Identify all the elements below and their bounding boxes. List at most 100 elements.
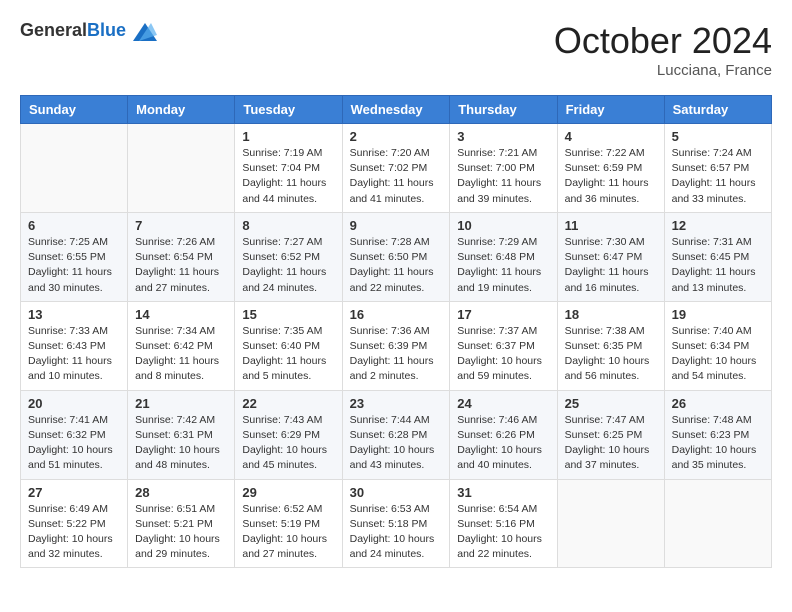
calendar-cell: 20 Sunrise: 7:41 AM Sunset: 6:32 PM Dayli… [21,390,128,479]
day-number: 15 [242,307,334,322]
calendar-cell: 2 Sunrise: 7:20 AM Sunset: 7:02 PM Daylig… [342,124,450,213]
day-info: Sunrise: 7:40 AM Sunset: 6:34 PM Dayligh… [672,324,764,385]
day-info: Sunrise: 7:47 AM Sunset: 6:25 PM Dayligh… [565,413,657,474]
calendar-cell: 19 Sunrise: 7:40 AM Sunset: 6:34 PM Dayli… [664,301,771,390]
calendar-cell: 22Sunrise: 7:43 AM Sunset: 6:29 PM Dayli… [235,390,342,479]
day-number: 19 [672,307,764,322]
calendar-cell: 16Sunrise: 7:36 AM Sunset: 6:39 PM Dayli… [342,301,450,390]
calendar-cell: 27 Sunrise: 6:49 AM Sunset: 5:22 PM Dayli… [21,479,128,568]
calendar-cell: 28 Sunrise: 6:51 AM Sunset: 5:21 PM Dayli… [128,479,235,568]
calendar-cell: 30Sunrise: 6:53 AM Sunset: 5:18 PM Dayli… [342,479,450,568]
calendar-header-friday: Friday [557,96,664,124]
calendar-week-row: 6 Sunrise: 7:25 AM Sunset: 6:55 PM Daylig… [21,212,772,301]
calendar-cell [128,124,235,213]
calendar-table: SundayMondayTuesdayWednesdayThursdayFrid… [20,95,772,568]
logo: GeneralBlue [20,20,161,41]
day-number: 31 [457,485,549,500]
day-number: 5 [672,129,764,144]
calendar-cell: 24 Sunrise: 7:46 AM Sunset: 6:26 PM Dayli… [450,390,557,479]
day-info: Sunrise: 7:34 AM Sunset: 6:42 PM Dayligh… [135,324,227,385]
day-number: 11 [565,218,657,233]
day-info: Sunrise: 7:31 AM Sunset: 6:45 PM Dayligh… [672,235,764,296]
calendar-header-wednesday: Wednesday [342,96,450,124]
day-number: 25 [565,396,657,411]
calendar-cell: 1Sunrise: 7:19 AM Sunset: 7:04 PM Daylig… [235,124,342,213]
day-number: 8 [242,218,334,233]
day-info: Sunrise: 6:52 AM Sunset: 5:19 PM Dayligh… [242,502,334,563]
day-number: 1 [242,129,334,144]
day-number: 20 [28,396,120,411]
day-info: Sunrise: 7:35 AM Sunset: 6:40 PM Dayligh… [242,324,334,385]
day-info: Sunrise: 7:48 AM Sunset: 6:23 PM Dayligh… [672,413,764,474]
day-info: Sunrise: 7:20 AM Sunset: 7:02 PM Dayligh… [350,146,443,207]
day-info: Sunrise: 6:54 AM Sunset: 5:16 PM Dayligh… [457,502,549,563]
day-info: Sunrise: 7:21 AM Sunset: 7:00 PM Dayligh… [457,146,549,207]
day-info: Sunrise: 7:42 AM Sunset: 6:31 PM Dayligh… [135,413,227,474]
title-block: October 2024 Lucciana, France [554,20,772,79]
day-number: 12 [672,218,764,233]
calendar-cell: 9Sunrise: 7:28 AM Sunset: 6:50 PM Daylig… [342,212,450,301]
day-number: 2 [350,129,443,144]
calendar-week-row: 27 Sunrise: 6:49 AM Sunset: 5:22 PM Dayli… [21,479,772,568]
day-info: Sunrise: 7:33 AM Sunset: 6:43 PM Dayligh… [28,324,120,385]
page-header: GeneralBlue October 2024 Lucciana, Franc… [20,20,772,79]
calendar-week-row: 1Sunrise: 7:19 AM Sunset: 7:04 PM Daylig… [21,124,772,213]
calendar-cell: 14Sunrise: 7:34 AM Sunset: 6:42 PM Dayli… [128,301,235,390]
day-info: Sunrise: 7:24 AM Sunset: 6:57 PM Dayligh… [672,146,764,207]
calendar-cell: 6 Sunrise: 7:25 AM Sunset: 6:55 PM Daylig… [21,212,128,301]
day-number: 17 [457,307,549,322]
day-info: Sunrise: 7:29 AM Sunset: 6:48 PM Dayligh… [457,235,549,296]
day-number: 23 [350,396,443,411]
day-number: 18 [565,307,657,322]
day-number: 29 [242,485,334,500]
day-number: 7 [135,218,227,233]
day-number: 9 [350,218,443,233]
day-info: Sunrise: 6:49 AM Sunset: 5:22 PM Dayligh… [28,502,120,563]
logo-general: General [20,20,87,40]
day-info: Sunrise: 7:46 AM Sunset: 6:26 PM Dayligh… [457,413,549,474]
calendar-cell: 5 Sunrise: 7:24 AM Sunset: 6:57 PM Daylig… [664,124,771,213]
day-number: 26 [672,396,764,411]
calendar-week-row: 13 Sunrise: 7:33 AM Sunset: 6:43 PM Dayli… [21,301,772,390]
calendar-cell: 26 Sunrise: 7:48 AM Sunset: 6:23 PM Dayli… [664,390,771,479]
day-number: 3 [457,129,549,144]
calendar-cell: 18 Sunrise: 7:38 AM Sunset: 6:35 PM Dayli… [557,301,664,390]
day-number: 24 [457,396,549,411]
calendar-cell: 4 Sunrise: 7:22 AM Sunset: 6:59 PM Daylig… [557,124,664,213]
day-info: Sunrise: 6:51 AM Sunset: 5:21 PM Dayligh… [135,502,227,563]
day-info: Sunrise: 7:27 AM Sunset: 6:52 PM Dayligh… [242,235,334,296]
day-info: Sunrise: 7:30 AM Sunset: 6:47 PM Dayligh… [565,235,657,296]
day-number: 10 [457,218,549,233]
calendar-cell [557,479,664,568]
calendar-cell: 21 Sunrise: 7:42 AM Sunset: 6:31 PM Dayli… [128,390,235,479]
calendar-cell: 29 Sunrise: 6:52 AM Sunset: 5:19 PM Dayli… [235,479,342,568]
day-number: 30 [350,485,443,500]
day-info: Sunrise: 7:37 AM Sunset: 6:37 PM Dayligh… [457,324,549,385]
calendar-cell: 13 Sunrise: 7:33 AM Sunset: 6:43 PM Dayli… [21,301,128,390]
day-info: Sunrise: 7:25 AM Sunset: 6:55 PM Dayligh… [28,235,120,296]
calendar-cell: 25 Sunrise: 7:47 AM Sunset: 6:25 PM Dayli… [557,390,664,479]
calendar-cell [21,124,128,213]
calendar-cell: 11 Sunrise: 7:30 AM Sunset: 6:47 PM Dayli… [557,212,664,301]
day-number: 4 [565,129,657,144]
day-info: Sunrise: 7:38 AM Sunset: 6:35 PM Dayligh… [565,324,657,385]
day-info: Sunrise: 7:43 AM Sunset: 6:29 PM Dayligh… [242,413,334,474]
calendar-header-row: SundayMondayTuesdayWednesdayThursdayFrid… [21,96,772,124]
day-number: 28 [135,485,227,500]
day-number: 27 [28,485,120,500]
day-info: Sunrise: 7:22 AM Sunset: 6:59 PM Dayligh… [565,146,657,207]
logo-icon [133,23,157,41]
calendar-header-thursday: Thursday [450,96,557,124]
calendar-header-saturday: Saturday [664,96,771,124]
calendar-cell: 8 Sunrise: 7:27 AM Sunset: 6:52 PM Daylig… [235,212,342,301]
day-number: 21 [135,396,227,411]
day-number: 13 [28,307,120,322]
calendar-header-tuesday: Tuesday [235,96,342,124]
month-title: October 2024 [554,20,772,62]
calendar-cell: 15 Sunrise: 7:35 AM Sunset: 6:40 PM Dayli… [235,301,342,390]
calendar-cell: 17 Sunrise: 7:37 AM Sunset: 6:37 PM Dayli… [450,301,557,390]
day-number: 6 [28,218,120,233]
day-info: Sunrise: 7:41 AM Sunset: 6:32 PM Dayligh… [28,413,120,474]
location-title: Lucciana, France [554,62,772,79]
day-info: Sunrise: 7:44 AM Sunset: 6:28 PM Dayligh… [350,413,443,474]
